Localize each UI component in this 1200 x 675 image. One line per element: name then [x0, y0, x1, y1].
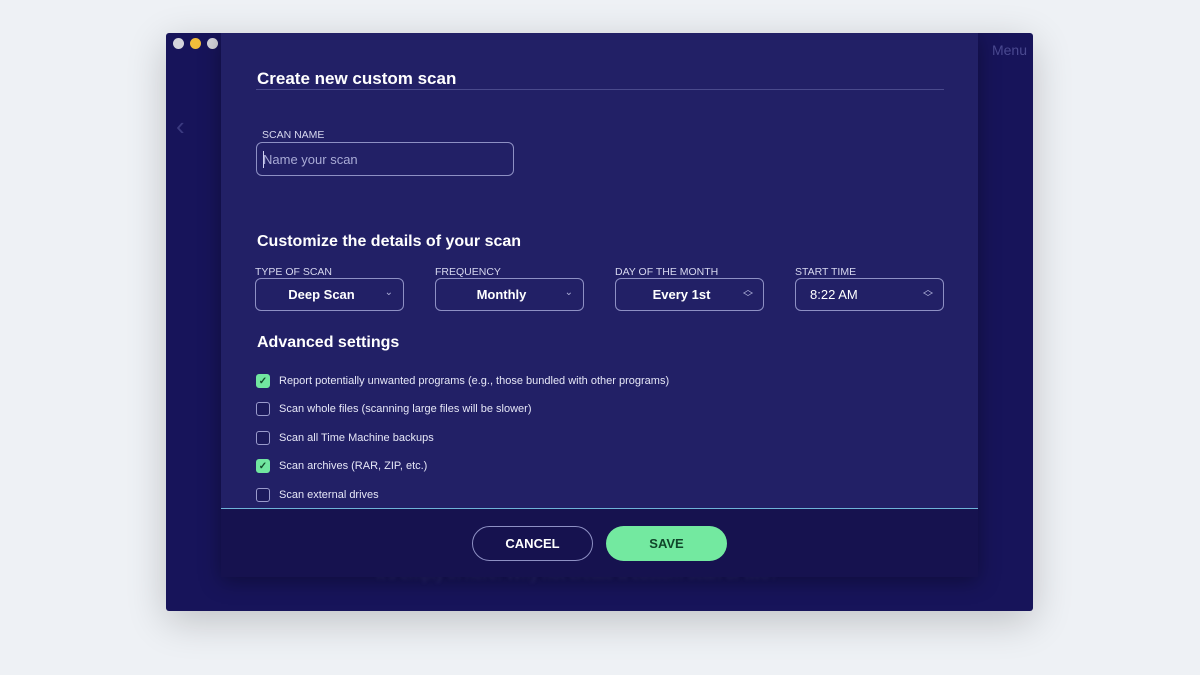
option-label: Scan whole files (scanning large files w… [279, 403, 532, 415]
scan-name-label: SCAN NAME [262, 129, 325, 141]
app-window: ‹ Menu It's empty in here. Why not creat… [166, 33, 1033, 611]
checkbox-unchecked-icon[interactable] [256, 488, 270, 502]
dialog-footer: CANCEL SAVE [221, 508, 978, 577]
chevron-down-icon: ⌄ [564, 287, 573, 298]
option-time-machine[interactable]: Scan all Time Machine backups [256, 431, 434, 445]
advanced-heading: Advanced settings [257, 334, 400, 351]
zoom-window-button[interactable] [207, 38, 218, 49]
dialog-title: Create new custom scan [257, 69, 457, 88]
option-external-drives[interactable]: Scan external drives [256, 488, 379, 502]
frequency-label: FREQUENCY [435, 266, 501, 278]
option-label: Scan external drives [279, 489, 379, 501]
option-label: Scan archives (RAR, ZIP, etc.) [279, 460, 428, 472]
option-label: Scan all Time Machine backups [279, 432, 434, 444]
option-report-pup[interactable]: ✓ Report potentially unwanted programs (e… [256, 374, 669, 388]
save-button[interactable]: SAVE [606, 526, 727, 561]
option-scan-archives[interactable]: ✓ Scan archives (RAR, ZIP, etc.) [256, 459, 427, 473]
start-time-label: START TIME [795, 266, 857, 278]
frequency-select[interactable]: Monthly ⌄ [435, 278, 584, 311]
day-of-month-value: Every 1st [652, 287, 711, 302]
option-label: Report potentially unwanted programs (e.… [279, 375, 670, 387]
type-of-scan-value: Deep Scan [288, 287, 355, 302]
checkbox-unchecked-icon[interactable] [256, 402, 270, 416]
start-time-value: 8:22 AM [810, 287, 858, 302]
divider [256, 89, 944, 90]
custom-scan-dialog: Create new custom scan SCAN NAME Name yo… [221, 33, 978, 577]
checkbox-unchecked-icon[interactable] [256, 431, 270, 445]
cancel-button[interactable]: CANCEL [472, 526, 593, 561]
chevron-down-icon: ⌄ [384, 287, 393, 298]
type-of-scan-label: TYPE OF SCAN [255, 266, 333, 278]
checkbox-checked-icon[interactable]: ✓ [256, 459, 270, 473]
scan-name-input[interactable]: Name your scan [256, 142, 514, 176]
stepper-icon[interactable]: ︿ ﹀ [923, 286, 933, 304]
frequency-value: Monthly [476, 287, 527, 302]
checkbox-checked-icon[interactable]: ✓ [256, 374, 270, 388]
window-controls [173, 38, 218, 49]
type-of-scan-select[interactable]: Deep Scan ⌄ [255, 278, 404, 311]
day-of-month-stepper[interactable]: Every 1st ︿ ﹀ [615, 278, 764, 311]
back-chevron-icon[interactable]: ‹ [176, 111, 185, 142]
day-of-month-label: DAY OF THE MONTH [615, 266, 719, 278]
start-time-stepper[interactable]: 8:22 AM ︿ ﹀ [795, 278, 944, 311]
details-heading: Customize the details of your scan [257, 233, 522, 250]
close-window-button[interactable] [173, 38, 184, 49]
stepper-icon[interactable]: ︿ ﹀ [743, 286, 753, 304]
minimize-window-button[interactable] [190, 38, 201, 49]
menu-link[interactable]: Menu [992, 42, 1027, 58]
option-scan-whole-files[interactable]: Scan whole files (scanning large files w… [256, 402, 532, 416]
